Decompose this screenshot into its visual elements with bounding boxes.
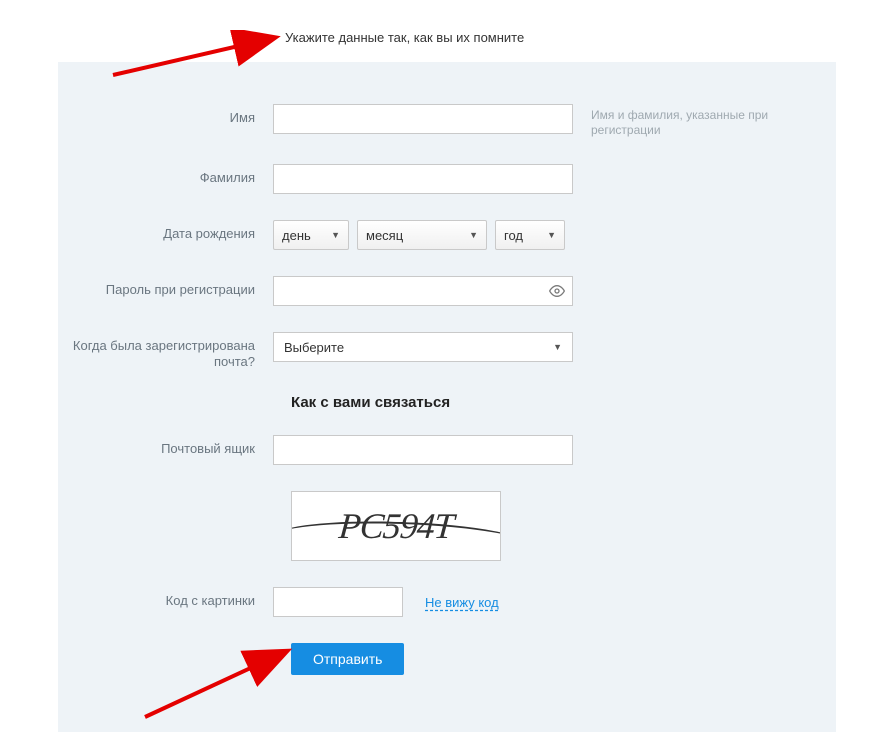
instruction-text: Укажите данные так, как вы их помните [285, 30, 524, 45]
row-mailbox: Почтовый ящик [58, 435, 836, 465]
row-surname: Фамилия [58, 164, 836, 194]
label-when-registered: Когда была зарегистрирована почта? [58, 332, 273, 370]
caret-down-icon: ▼ [331, 230, 340, 240]
password-input[interactable] [273, 276, 573, 306]
caret-down-icon: ▼ [547, 230, 556, 240]
label-surname: Фамилия [58, 164, 273, 186]
label-name: Имя [58, 104, 273, 126]
label-dob: Дата рождения [58, 220, 273, 242]
month-select-label: месяц [366, 228, 403, 243]
label-password: Пароль при регистрации [58, 276, 273, 298]
label-captcha: Код с картинки [58, 587, 273, 609]
row-name: Имя Имя и фамилия, указанные при регистр… [58, 104, 836, 138]
day-select[interactable]: день ▼ [273, 220, 349, 250]
form-panel: Имя Имя и фамилия, указанные при регистр… [58, 62, 836, 732]
row-when-registered: Когда была зарегистрирована почта? Выбер… [58, 332, 836, 370]
captcha-refresh-link[interactable]: Не вижу код [425, 595, 499, 610]
submit-button[interactable]: Отправить [291, 643, 404, 675]
caret-down-icon: ▼ [469, 230, 478, 240]
year-select[interactable]: год ▼ [495, 220, 565, 250]
row-dob: Дата рождения день ▼ месяц ▼ год ▼ [58, 220, 836, 250]
surname-input[interactable] [273, 164, 573, 194]
eye-icon[interactable] [549, 283, 565, 299]
year-select-label: год [504, 228, 523, 243]
when-registered-select-label: Выберите [284, 340, 344, 355]
row-submit: Отправить [291, 643, 836, 675]
mailbox-input[interactable] [273, 435, 573, 465]
hint-name: Имя и фамилия, указанные при регистрации [573, 104, 773, 138]
row-password: Пароль при регистрации [58, 276, 836, 306]
month-select[interactable]: месяц ▼ [357, 220, 487, 250]
when-registered-select[interactable]: Выберите ▼ [273, 332, 573, 362]
name-input[interactable] [273, 104, 573, 134]
captcha-noise-line [291, 517, 501, 561]
contact-heading: Как с вами связаться [291, 394, 836, 411]
day-select-label: день [282, 228, 311, 243]
row-captcha: Код с картинки Не вижу код [58, 587, 836, 617]
captcha-image: PC594T [291, 491, 501, 561]
captcha-input[interactable] [273, 587, 403, 617]
label-mailbox: Почтовый ящик [58, 435, 273, 457]
caret-down-icon: ▼ [553, 342, 562, 352]
